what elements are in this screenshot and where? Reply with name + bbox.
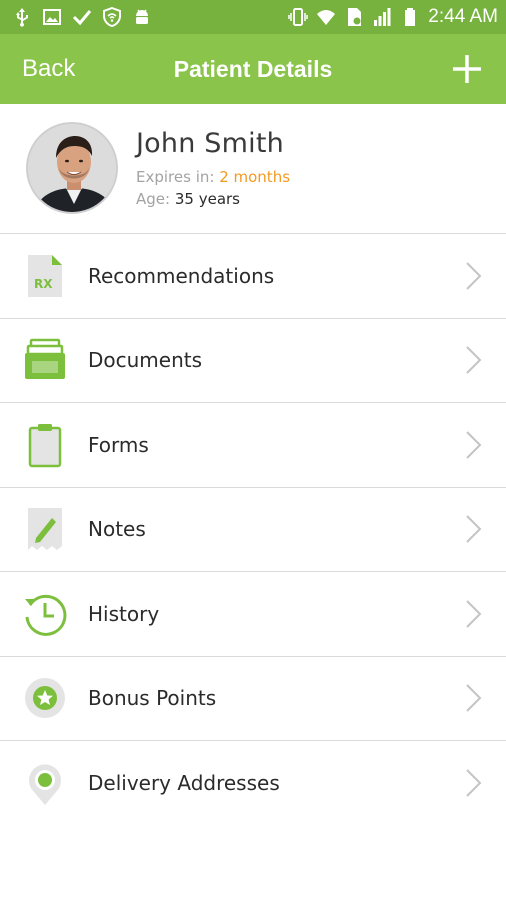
expires-value: 2 months — [219, 168, 291, 186]
star-badge-icon — [25, 678, 65, 719]
documents-stack-icon — [25, 339, 65, 380]
plus-icon[interactable] — [450, 52, 484, 86]
menu-item-forms[interactable]: Forms — [0, 403, 506, 488]
menu-item-documents[interactable]: Documents — [0, 319, 506, 403]
wifi-icon — [317, 10, 336, 25]
patient-header: John Smith Expires in: 2 months Age: 35 … — [0, 104, 506, 234]
svg-text:RX: RX — [34, 277, 53, 291]
chevron-right-icon — [466, 262, 482, 290]
chevron-right-icon — [466, 600, 482, 628]
android-icon — [136, 9, 148, 24]
menu-item-recommendations[interactable]: RX Recommendations — [0, 234, 506, 319]
clipboard-icon — [28, 423, 62, 467]
image-icon — [43, 9, 61, 25]
page-title: Patient Details — [173, 55, 333, 82]
avatar — [26, 122, 118, 214]
menu-item-history[interactable]: History — [0, 572, 506, 657]
menu-item-delivery-addresses[interactable]: Delivery Addresses — [0, 741, 506, 826]
rx-document-icon: RX — [28, 254, 62, 297]
menu-item-label: Forms — [88, 432, 149, 457]
status-bar: 2:44 AM — [0, 0, 506, 34]
pencil-note-icon — [28, 508, 62, 551]
age-label: Age: — [136, 190, 171, 208]
menu-item-label: Documents — [88, 348, 203, 373]
shield-wifi-icon — [103, 7, 121, 27]
history-clock-icon — [25, 594, 67, 636]
check-icon — [72, 10, 92, 26]
expires-line: Expires in: 2 months — [136, 168, 290, 186]
menu-item-label: Bonus Points — [88, 686, 217, 711]
chevron-right-icon — [466, 431, 482, 459]
expires-label: Expires in: — [136, 168, 215, 186]
menu-list: RX Recommendations Documents Forms Notes… — [0, 234, 506, 826]
chevron-right-icon — [466, 684, 482, 712]
menu-item-label: History — [88, 601, 160, 626]
menu-item-bonus-points[interactable]: Bonus Points — [0, 657, 506, 741]
menu-item-label: Notes — [88, 517, 146, 542]
signal-icon — [374, 8, 391, 26]
age-value: 35 years — [174, 190, 240, 208]
menu-item-notes[interactable]: Notes — [0, 488, 506, 572]
status-time: 2:44 AM — [428, 6, 498, 27]
avatar-image — [28, 124, 116, 212]
back-button[interactable]: Back — [22, 55, 75, 83]
usb-icon — [16, 8, 28, 27]
menu-item-label: Delivery Addresses — [88, 771, 280, 796]
age-line: Age: 35 years — [136, 190, 240, 208]
patient-name: John Smith — [136, 128, 284, 159]
location-pin-icon — [29, 764, 62, 806]
chevron-right-icon — [466, 515, 482, 543]
vibrate-icon — [288, 8, 309, 26]
app-bar: Back Patient Details — [0, 34, 506, 104]
menu-item-label: Recommendations — [88, 263, 275, 288]
battery-icon — [405, 8, 416, 26]
sim-icon — [348, 8, 362, 26]
chevron-right-icon — [466, 346, 482, 374]
chevron-right-icon — [466, 769, 482, 797]
